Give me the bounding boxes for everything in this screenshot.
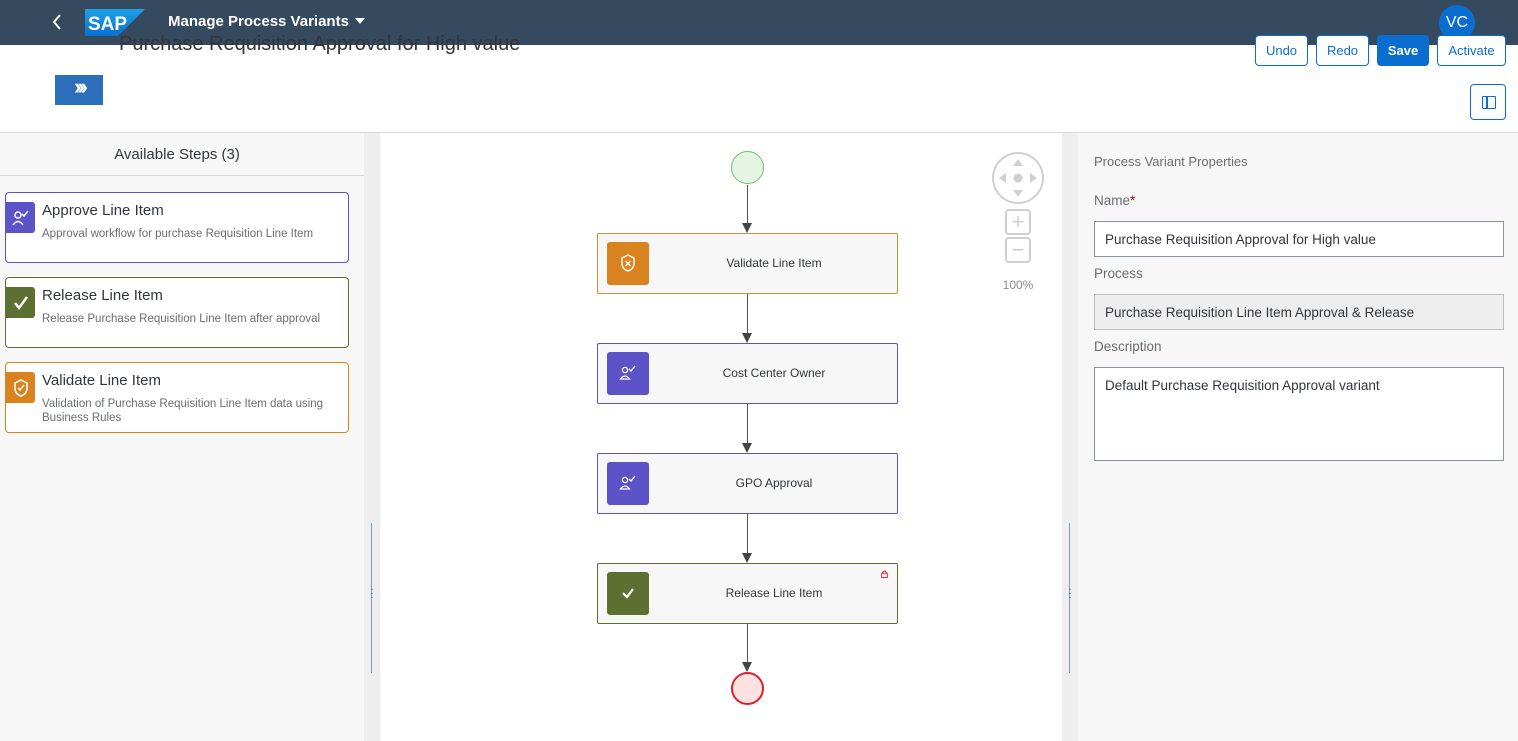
description-label: Description bbox=[1094, 339, 1162, 354]
flow-connector bbox=[747, 294, 748, 337]
save-button[interactable]: Save bbox=[1377, 35, 1429, 66]
step-card-approve-line-item[interactable]: Approve Line Item Approval workflow for … bbox=[5, 192, 349, 263]
flow-node-label: GPO Approval bbox=[735, 476, 813, 490]
zoom-in-button[interactable]: + bbox=[1005, 209, 1031, 235]
flow-node-validate-line-item[interactable]: Validate Line Item bbox=[597, 233, 898, 294]
flow-node-label: Cost Center Owner bbox=[722, 366, 826, 380]
flow-node-label: Release Line Item bbox=[725, 586, 823, 600]
required-mark: * bbox=[1130, 193, 1136, 208]
sap-logo: SAP bbox=[85, 9, 145, 36]
flow-connector bbox=[747, 404, 748, 447]
app-title: Manage Process Variants bbox=[168, 13, 349, 30]
user-check-icon bbox=[607, 352, 649, 395]
user-check-icon bbox=[607, 462, 649, 505]
app-title-menu[interactable]: Manage Process Variants bbox=[168, 13, 365, 30]
step-card-release-line-item[interactable]: Release Line Item Release Purchase Requi… bbox=[5, 277, 349, 348]
side-panel-toggle-button[interactable] bbox=[1470, 84, 1506, 120]
object-header: ››› Purchase Requisition Approval for Hi… bbox=[0, 33, 1518, 133]
end-event[interactable] bbox=[731, 672, 764, 705]
pan-arrows-icon bbox=[999, 159, 1037, 197]
flow-connector bbox=[747, 514, 748, 557]
flow-node-release-line-item[interactable]: Release Line Item bbox=[597, 563, 898, 624]
process-variant-icon: ››› bbox=[55, 74, 103, 105]
undo-button[interactable]: Undo bbox=[1255, 35, 1308, 66]
process-field: Purchase Requisition Line Item Approval … bbox=[1094, 294, 1504, 330]
minus-icon: − bbox=[1011, 237, 1025, 262]
shield-check-icon bbox=[6, 372, 35, 403]
properties-title: Process Variant Properties bbox=[1094, 154, 1248, 169]
checkmark-icon bbox=[607, 572, 649, 615]
pan-navigation-control[interactable] bbox=[992, 152, 1044, 204]
step-card-title: Release Line Item bbox=[42, 287, 163, 304]
splitter-grip-icon: · · · bbox=[1068, 584, 1072, 603]
step-card-description: Approval workflow for purchase Requisiti… bbox=[42, 228, 314, 240]
step-card-description: Release Purchase Requisition Line Item a… bbox=[42, 313, 321, 325]
checkmark-icon bbox=[6, 287, 35, 318]
user-check-icon bbox=[6, 202, 35, 233]
shield-check-icon bbox=[607, 242, 649, 285]
description-textarea[interactable]: Default Purchase Requisition Approval va… bbox=[1094, 367, 1504, 461]
arrow-down-icon bbox=[742, 333, 752, 343]
caret-down-icon bbox=[354, 18, 365, 24]
name-label: Name* bbox=[1094, 193, 1136, 208]
redo-button[interactable]: Redo bbox=[1316, 35, 1369, 66]
left-splitter[interactable]: · · · bbox=[364, 133, 380, 741]
flow-node-label: Validate Line Item bbox=[726, 256, 822, 270]
plus-icon: + bbox=[1011, 209, 1025, 234]
arrow-down-icon bbox=[742, 443, 752, 453]
splitter-grip-icon: · · · bbox=[370, 584, 374, 603]
process-label: Process bbox=[1094, 266, 1143, 281]
lock-icon bbox=[881, 570, 888, 578]
arrow-down-icon bbox=[742, 553, 752, 563]
arrow-down-icon bbox=[742, 662, 752, 672]
flow-connector bbox=[747, 624, 748, 666]
right-splitter[interactable]: · · · bbox=[1062, 133, 1078, 741]
activate-button[interactable]: Activate bbox=[1437, 35, 1506, 66]
zoom-out-button[interactable]: − bbox=[1005, 237, 1031, 263]
properties-panel: Process Variant Properties Name* Purchas… bbox=[1078, 133, 1518, 741]
side-panel-icon bbox=[1482, 96, 1496, 109]
name-field[interactable]: Purchase Requisition Approval for High v… bbox=[1094, 221, 1504, 257]
available-steps-title: Available Steps (3) bbox=[114, 146, 240, 163]
zoom-level: 100% bbox=[1002, 278, 1034, 292]
flow-node-cost-center-owner[interactable]: Cost Center Owner bbox=[597, 343, 898, 404]
arrow-down-icon bbox=[742, 223, 752, 233]
svg-text:SAP: SAP bbox=[88, 14, 127, 35]
page-title: Purchase Requisition Approval for High v… bbox=[119, 33, 521, 55]
flow-node-gpo-approval[interactable]: GPO Approval bbox=[597, 453, 898, 514]
process-flow-canvas[interactable]: Validate Line Item Cost Center Owner GPO… bbox=[380, 133, 1062, 741]
step-card-validate-line-item[interactable]: Validate Line Item Validation of Purchas… bbox=[5, 362, 349, 433]
step-card-title: Approve Line Item bbox=[42, 202, 164, 219]
divider bbox=[0, 175, 364, 176]
chevron-left-icon bbox=[52, 14, 61, 30]
flow-connector bbox=[747, 185, 748, 227]
start-event[interactable] bbox=[731, 151, 764, 184]
available-steps-panel: Available Steps (3) Approve Line Item Ap… bbox=[0, 133, 364, 741]
back-button[interactable] bbox=[46, 10, 68, 34]
step-card-title: Validate Line Item bbox=[42, 372, 161, 389]
step-card-description: Validation of Purchase Requisition Line … bbox=[42, 398, 324, 424]
